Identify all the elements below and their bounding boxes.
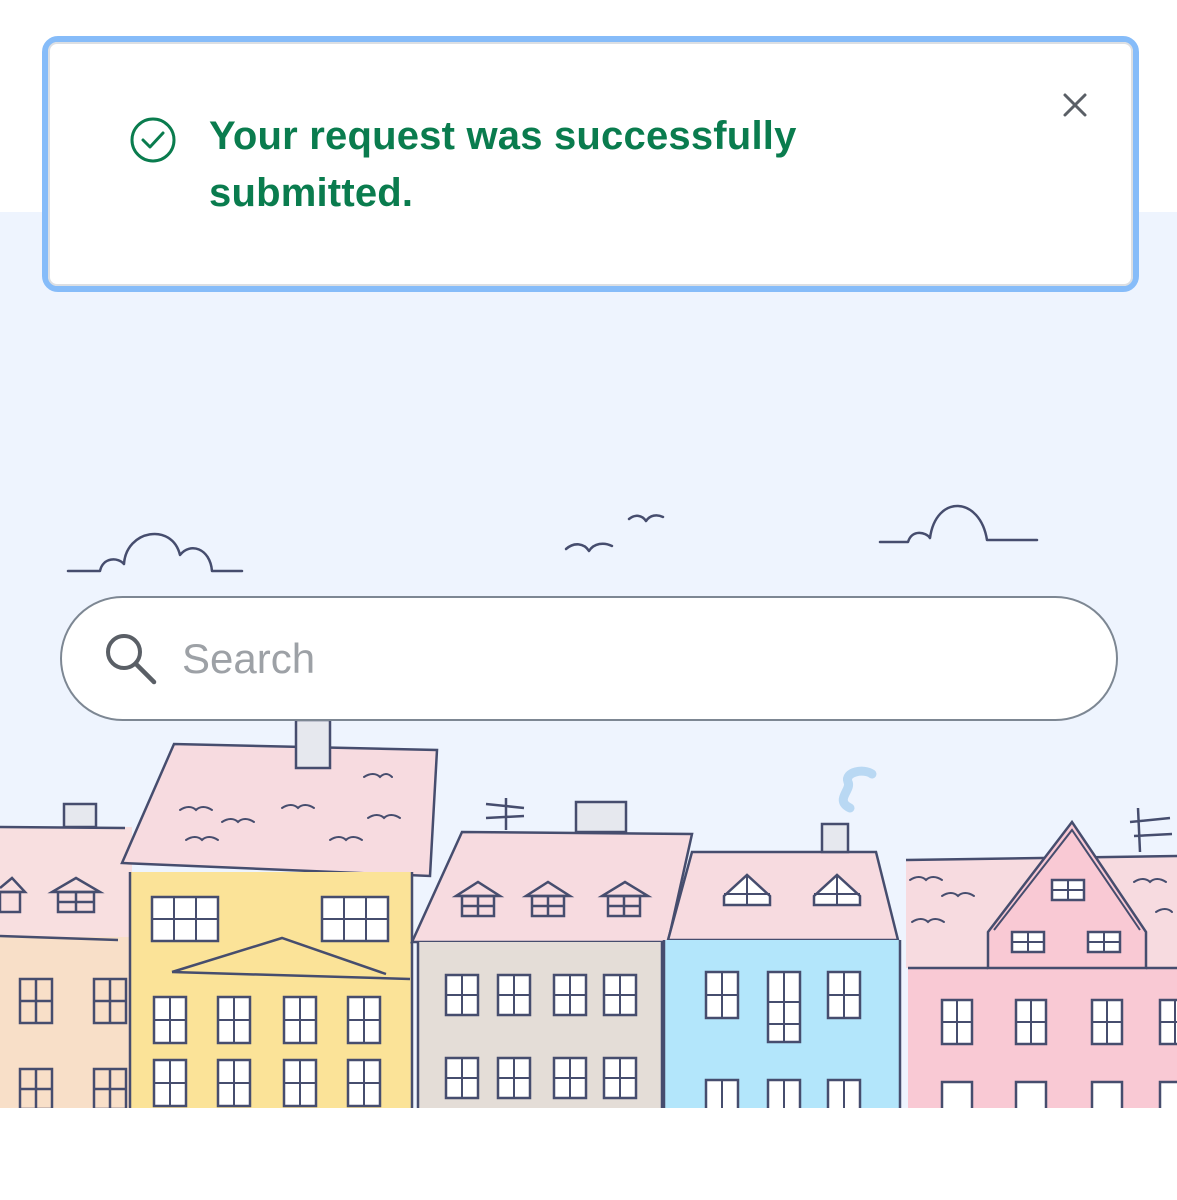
search-bar[interactable] <box>60 596 1118 721</box>
building-far-left <box>0 802 132 1108</box>
building-blue <box>662 766 902 1108</box>
cloud-left <box>66 532 244 573</box>
page: Your request was successfully submitted. <box>0 0 1177 1200</box>
bird-2 <box>627 514 665 523</box>
building-beige <box>410 798 694 1108</box>
close-icon[interactable] <box>1058 88 1092 122</box>
toast-message: Your request was successfully submitted. <box>209 114 797 215</box>
cloud-right <box>878 504 1039 544</box>
building-pink <box>905 807 1177 1108</box>
check-circle-icon <box>130 117 176 163</box>
building-yellow <box>120 718 439 1108</box>
search-icon <box>106 634 157 685</box>
bird-1 <box>564 542 614 553</box>
success-toast: Your request was successfully submitted. <box>42 36 1139 292</box>
search-input[interactable] <box>182 618 1082 700</box>
